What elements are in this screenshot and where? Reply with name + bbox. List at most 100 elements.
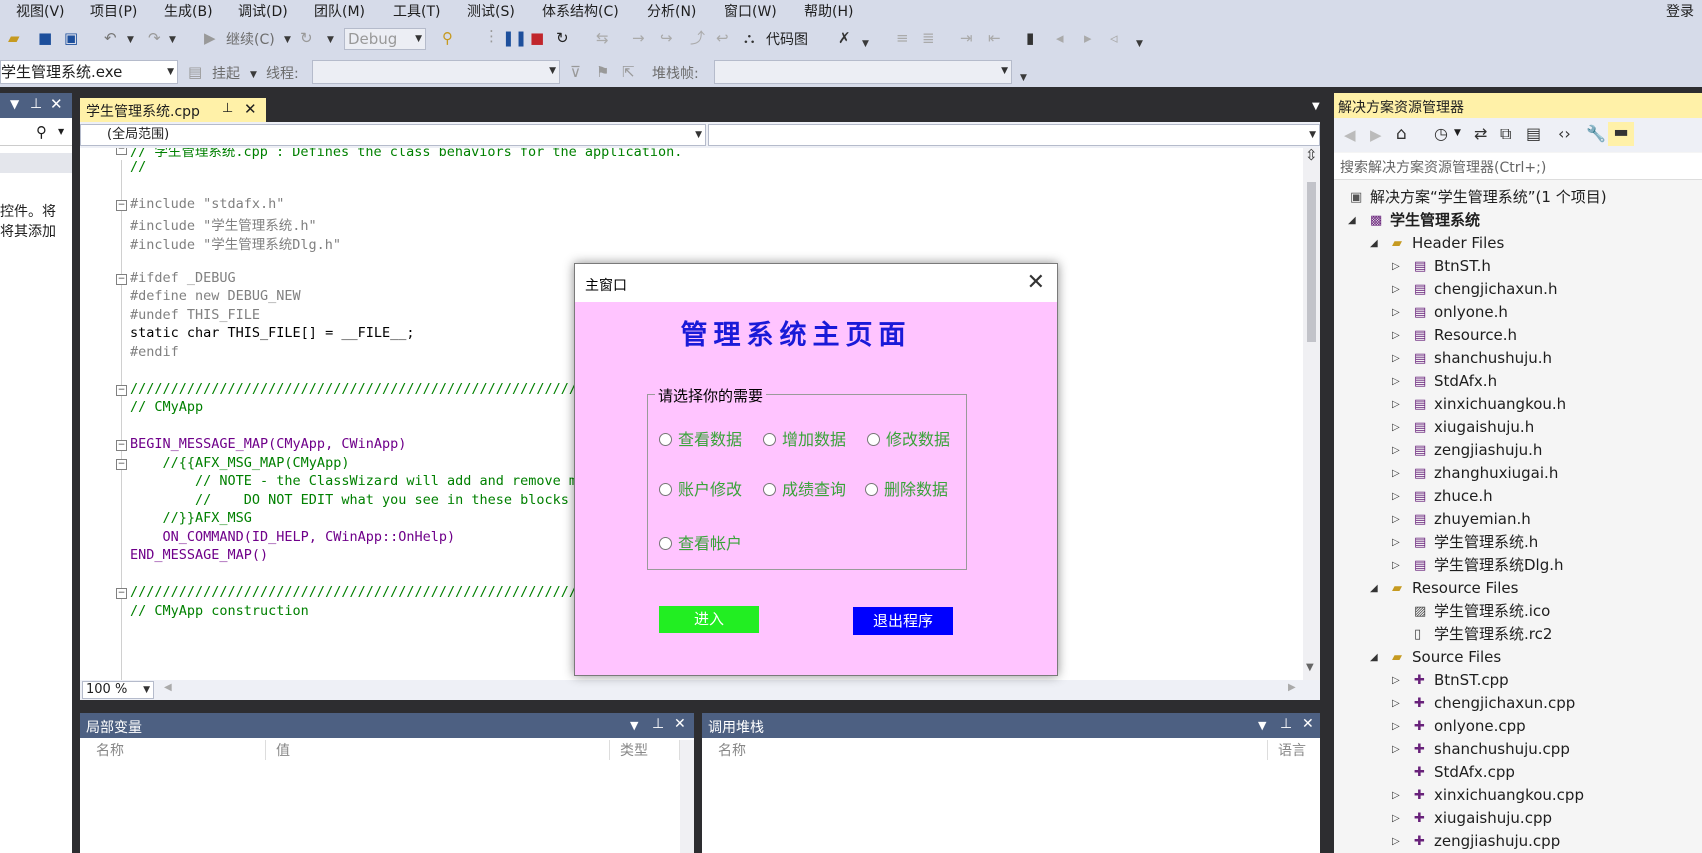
tree-source-file[interactable]: ▷ ✚ chengjichaxun.cpp — [1334, 692, 1702, 715]
menu-window[interactable]: 窗口(W) — [724, 1, 777, 21]
tree-folder-source-files[interactable]: ◢ ▰ Source Files — [1334, 646, 1702, 669]
step-over-icon[interactable]: ↪ — [660, 29, 673, 47]
tree-header-file[interactable]: ▷ ▤ shanchushuju.h — [1334, 347, 1702, 370]
undo-dropdown-icon[interactable]: ▼ — [127, 31, 134, 49]
menu-view[interactable]: 视图(V) — [16, 1, 65, 21]
tree-source-file[interactable]: ▷ ✚ xiugaishuju.cpp — [1334, 807, 1702, 830]
tree-header-file[interactable]: ▷ ▤ zhanghuxiugai.h — [1334, 462, 1702, 485]
column-value[interactable]: 值 — [266, 740, 610, 760]
indent-icon[interactable]: ⇥ — [960, 29, 973, 47]
stop-icon[interactable]: ■ — [530, 29, 544, 47]
tree-source-file[interactable]: ▷ ✚ xinxichuangkou.cpp — [1334, 784, 1702, 807]
continue-icon[interactable]: ▶ — [204, 29, 216, 47]
collapsed-arrow-icon[interactable]: ▷ — [1392, 439, 1400, 462]
login-link[interactable]: 登录 — [1666, 1, 1694, 21]
split-icon[interactable]: ⇳ — [1305, 146, 1318, 164]
pause-icon[interactable]: ❚❚ — [502, 29, 527, 47]
collapse-outline-icon[interactable]: − — [116, 458, 127, 470]
close-icon[interactable]: ✕ — [1027, 270, 1045, 295]
tree-folder-header-files[interactable]: ◢ ▰ Header Files — [1334, 232, 1702, 255]
menu-test[interactable]: 测试(S) — [467, 1, 515, 21]
save-all-icon[interactable]: ▣ — [64, 29, 78, 47]
solution-search-input[interactable]: 搜索解决方案资源管理器(Ctrl+;) — [1334, 153, 1702, 180]
dropdown-icon[interactable]: ▼ — [10, 97, 19, 111]
show-next-icon[interactable]: ⇆ — [596, 29, 609, 47]
collapsed-arrow-icon[interactable]: ▷ — [1392, 784, 1400, 807]
column-name[interactable]: 名称 — [708, 740, 1268, 760]
dropdown-icon[interactable]: ▼ — [1258, 719, 1266, 732]
back-icon[interactable]: ◀ — [1344, 126, 1356, 144]
collapse-outline-icon[interactable]: − — [116, 273, 127, 285]
menu-tools[interactable]: 工具(T) — [393, 1, 440, 21]
step-out-icon[interactable]: ⤴ — [690, 29, 705, 47]
code-map-button[interactable]: 代码图 — [766, 29, 808, 49]
tree-solution-root[interactable]: ▣ 解决方案“学生管理系统”(1 个项目) — [1334, 186, 1702, 209]
column-type[interactable]: 类型 — [610, 740, 680, 760]
collapsed-arrow-icon[interactable]: ▷ — [1392, 692, 1400, 715]
tree-source-file[interactable]: ✚ StdAfx.cpp — [1334, 761, 1702, 784]
exit-program-button[interactable]: 退出程序 — [853, 607, 953, 635]
uncomment-icon[interactable]: ≣ — [922, 29, 935, 47]
locals-scrollbar[interactable] — [680, 740, 694, 853]
properties-icon[interactable]: 🔧 — [1586, 124, 1606, 143]
member-dropdown[interactable]: ▼ — [708, 124, 1320, 146]
comment-icon[interactable]: ≡ — [896, 29, 909, 47]
menu-build[interactable]: 生成(B) — [164, 1, 213, 21]
tree-header-file[interactable]: ▷ ▤ zengjiashuju.h — [1334, 439, 1702, 462]
restart-debug-icon[interactable]: ↻ — [556, 29, 569, 47]
collapsed-arrow-icon[interactable]: ▷ — [1392, 255, 1400, 278]
tab-main-cpp[interactable]: 学生管理系统.cpp ⊥ ✕ — [80, 98, 266, 122]
tree-header-file[interactable]: ▷ ▤ xiugaishuju.h — [1334, 416, 1702, 439]
process-dropdown[interactable]: 学生管理系统.exe ▼ — [0, 60, 178, 84]
history-icon[interactable]: ◷ — [1434, 124, 1448, 143]
radio-grade-query[interactable]: 成绩查询 — [763, 476, 846, 500]
toolbar-overflow-icon-3[interactable]: ▼ — [1020, 69, 1027, 87]
tree-source-file[interactable]: ▷ ✚ BtnST.cpp — [1334, 669, 1702, 692]
tree-project[interactable]: ◢ ▩ 学生管理系统 — [1334, 209, 1702, 232]
expanded-arrow-icon[interactable]: ◢ — [1370, 232, 1378, 255]
thread-dropdown[interactable]: ▼ — [312, 60, 560, 84]
suspend-dropdown-icon[interactable]: ▼ — [250, 66, 257, 84]
tree-header-file[interactable]: ▷ ▤ zhuce.h — [1334, 485, 1702, 508]
zoom-dropdown[interactable]: 100 % ▼ — [82, 681, 154, 699]
radio-view-account[interactable]: 查看帐户 — [659, 530, 742, 554]
close-icon[interactable]: ✕ — [1302, 716, 1314, 732]
tab-list-dropdown-icon[interactable]: ▼ — [1312, 101, 1320, 112]
tree-source-file[interactable]: ▷ ✚ onlyone.cpp — [1334, 715, 1702, 738]
radio-add-data[interactable]: 增加数据 — [763, 426, 846, 450]
home-icon[interactable]: ⌂ — [1396, 124, 1407, 144]
close-icon[interactable]: ✕ — [244, 100, 257, 118]
close-icon[interactable]: ✕ — [674, 716, 686, 732]
preview-icon[interactable]: ▬ — [1608, 122, 1634, 146]
close-icon[interactable]: ✕ — [50, 95, 63, 113]
pin-icon[interactable]: ⊥ — [652, 716, 664, 732]
continue-dropdown-icon[interactable]: ▼ — [284, 31, 291, 49]
tree-resource-file[interactable]: ▯ 学生管理系统.rc2 — [1334, 623, 1702, 646]
collapsed-arrow-icon[interactable]: ▷ — [1392, 416, 1400, 439]
expanded-arrow-icon[interactable]: ◢ — [1370, 646, 1378, 669]
suspend-icon[interactable]: ▤ — [188, 63, 202, 81]
collapse-icon[interactable]: ⧉ — [1500, 124, 1511, 144]
radio-modify-data[interactable]: 修改数据 — [867, 426, 950, 450]
stackframe-dropdown[interactable]: ▼ — [714, 60, 1012, 84]
column-name[interactable]: 名称 — [86, 740, 266, 760]
redo-dropdown-icon[interactable]: ▼ — [169, 31, 176, 49]
continue-button[interactable]: 继续(C) — [226, 29, 275, 49]
collapsed-arrow-icon[interactable]: ▷ — [1392, 462, 1400, 485]
suspend-button[interactable]: 挂起 — [212, 63, 240, 83]
scroll-left-icon[interactable]: ◀ — [164, 682, 172, 693]
show-all-files-icon[interactable]: ▤ — [1526, 124, 1541, 143]
tree-folder-resource-files[interactable]: ◢ ▰ Resource Files — [1334, 577, 1702, 600]
tree-header-file[interactable]: ▷ ▤ StdAfx.h — [1334, 370, 1702, 393]
collapsed-arrow-icon[interactable]: ▷ — [1392, 531, 1400, 554]
tree-header-file[interactable]: ▷ ▤ chengjichaxun.h — [1334, 278, 1702, 301]
clear-bookmarks-icon[interactable]: ◃ — [1110, 29, 1118, 47]
tree-header-file[interactable]: ▷ ▤ Resource.h — [1334, 324, 1702, 347]
radio-view-data[interactable]: 查看数据 — [659, 426, 742, 450]
save-icon[interactable]: ■ — [38, 29, 52, 47]
flag-icon[interactable]: ⚑ — [596, 63, 609, 81]
filter-icon[interactable]: ⊽ — [570, 63, 581, 81]
restart-dropdown-icon[interactable]: ▼ — [327, 31, 334, 49]
radio-delete-data[interactable]: 删除数据 — [865, 476, 948, 500]
tree-header-file[interactable]: ▷ ▤ zhuyemian.h — [1334, 508, 1702, 531]
